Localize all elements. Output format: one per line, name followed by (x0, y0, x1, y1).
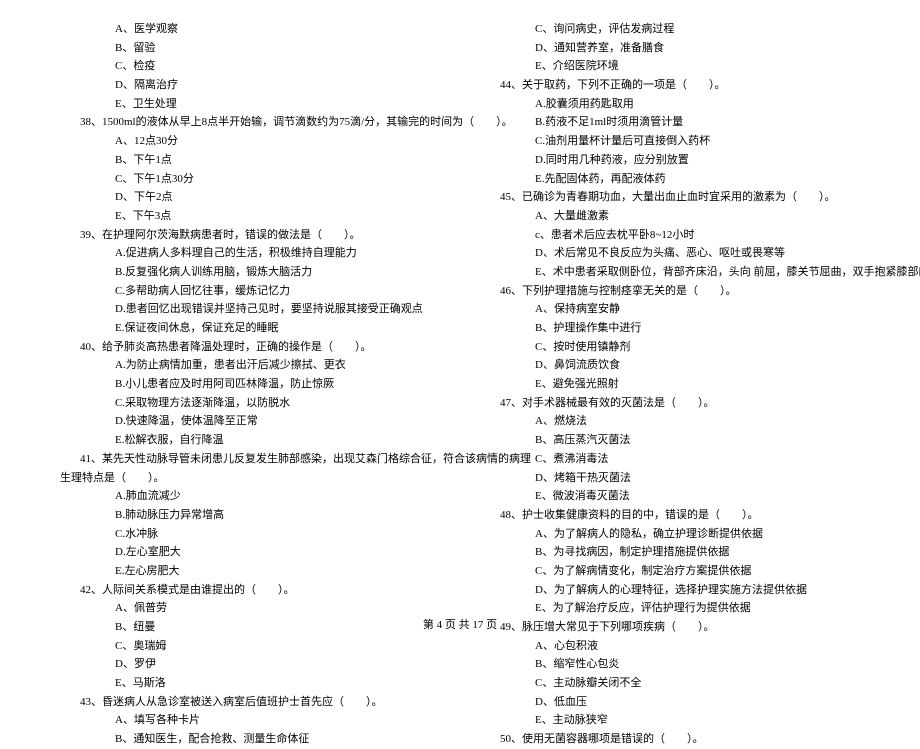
answer-option: C、按时使用镇静剂 (480, 338, 860, 357)
answer-option: A.促进病人多料理自己的生活，积极维持自理能力 (60, 244, 440, 263)
answer-option: A、燃烧法 (480, 412, 860, 431)
answer-option: E、为了解治疗反应，评估护理行为提供依据 (480, 599, 860, 618)
answer-option: A.胶囊须用药匙取用 (480, 95, 860, 114)
answer-option: C、奥瑞姆 (60, 637, 440, 656)
answer-option: E、术中患者采取侧卧位，背部齐床沿，头向 前屈，膝关节屈曲，双手抱紧膝部的姿势 (480, 263, 860, 282)
answer-option: D、鼻饲流质饮食 (480, 356, 860, 375)
answer-option: C、主动脉瓣关闭不全 (480, 674, 860, 693)
page-footer: 第 4 页 共 17 页 (0, 616, 920, 635)
left-column: A、医学观察B、留验C、检疫D、隔离治疗E、卫生处理38、1500ml的液体从早… (60, 20, 440, 749)
answer-option: B、高压蒸汽灭菌法 (480, 431, 860, 450)
question-text: 48、护士收集健康资料的目的中，错误的是（ ）。 (480, 506, 860, 525)
answer-option: E、卫生处理 (60, 95, 440, 114)
answer-option: D.快速降温，使体温降至正常 (60, 412, 440, 431)
answer-option: D.左心室肥大 (60, 543, 440, 562)
answer-option: E、主动脉狭窄 (480, 711, 860, 730)
answer-option: D、下午2点 (60, 188, 440, 207)
answer-option: A.为防止病情加重，患者出汗后减少擦拭、更衣 (60, 356, 440, 375)
answer-option: c、患者术后应去枕平卧8~12小时 (480, 226, 860, 245)
answer-option: D、低血压 (480, 693, 860, 712)
answer-option: C、煮沸消毒法 (480, 450, 860, 469)
question-text: 生理特点是（ ）。 (60, 469, 440, 488)
question-text: 39、在护理阿尔茨海默病患者时，错误的做法是（ ）。 (60, 226, 440, 245)
answer-option: B.小儿患者应及时用阿司匹林降温，防止惊厥 (60, 375, 440, 394)
answer-option: C、为了解病情变化，制定治疗方案提供依据 (480, 562, 860, 581)
question-text: 47、对手术器械最有效的灭菌法是（ ）。 (480, 394, 860, 413)
answer-option: B、护理操作集中进行 (480, 319, 860, 338)
answer-option: A.肺血流减少 (60, 487, 440, 506)
answer-option: B、留验 (60, 39, 440, 58)
answer-option: E.先配固体药，再配液体药 (480, 170, 860, 189)
answer-option: A、保持病室安静 (480, 300, 860, 319)
question-text: 50、使用无菌容器哪项是错误的（ ）。 (480, 730, 860, 749)
question-text: 43、昏迷病人从急诊室被送入病室后值班护士首先应（ ）。 (60, 693, 440, 712)
answer-option: C.多帮助病人回忆往事，缓炼记忆力 (60, 282, 440, 301)
answer-option: B、缩窄性心包炎 (480, 655, 860, 674)
answer-option: A、心包积液 (480, 637, 860, 656)
answer-option: B、下午1点 (60, 151, 440, 170)
question-text: 44、关于取药，下列不正确的一项是（ ）。 (480, 76, 860, 95)
answer-option: C.采取物理方法逐渐降温，以防脱水 (60, 394, 440, 413)
answer-option: C、询问病史，评估发病过程 (480, 20, 860, 39)
answer-option: A、大量雌激素 (480, 207, 860, 226)
answer-option: E、避免强光照射 (480, 375, 860, 394)
answer-option: D、通知营养室，准备膳食 (480, 39, 860, 58)
answer-option: E、介绍医院环境 (480, 57, 860, 76)
page-container: A、医学观察B、留验C、检疫D、隔离治疗E、卫生处理38、1500ml的液体从早… (60, 20, 860, 749)
answer-option: B、通知医生，配合抢救、测量生命体征 (60, 730, 440, 749)
answer-option: C.水冲脉 (60, 525, 440, 544)
answer-option: D.患者回忆出现错误并坚持己见时，要坚持说服其接受正确观点 (60, 300, 440, 319)
answer-option: D、为了解病人的心理特征，选择护理实施方法提供依据 (480, 581, 860, 600)
answer-option: E、马斯洛 (60, 674, 440, 693)
answer-option: B.反复强化病人训练用脑，锻炼大脑活力 (60, 263, 440, 282)
answer-option: C、检疫 (60, 57, 440, 76)
question-text: 46、下列护理措施与控制痉挛无关的是（ ）。 (480, 282, 860, 301)
answer-option: B.肺动脉压力异常增高 (60, 506, 440, 525)
answer-option: A、医学观察 (60, 20, 440, 39)
answer-option: B、为寻找病因，制定护理措施提供依据 (480, 543, 860, 562)
answer-option: A、填写各种卡片 (60, 711, 440, 730)
question-text: 40、给予肺炎高热患者降温处理时，正确的操作是（ ）。 (60, 338, 440, 357)
question-text: 42、人际间关系模式是由谁提出的（ ）。 (60, 581, 440, 600)
answer-option: C.油剂用量杯计量后可直接倒入药杯 (480, 132, 860, 151)
answer-option: C、下午1点30分 (60, 170, 440, 189)
answer-option: E.保证夜间休息，保证充足的睡眠 (60, 319, 440, 338)
answer-option: E、下午3点 (60, 207, 440, 226)
answer-option: D、罗伊 (60, 655, 440, 674)
answer-option: B.药液不足1ml时须用滴管计量 (480, 113, 860, 132)
answer-option: D、烤箱干热灭菌法 (480, 469, 860, 488)
question-text: 38、1500ml的液体从早上8点半开始输，调节滴数约为75滴/分，其输完的时间… (60, 113, 440, 132)
answer-option: A、为了解病人的隐私，确立护理诊断提供依据 (480, 525, 860, 544)
question-text: 41、某先天性动脉导管未闭患儿反复发生肺部感染，出现艾森门格综合征，符合该病情的… (60, 450, 440, 469)
answer-option: A、佩普劳 (60, 599, 440, 618)
answer-option: D、隔离治疗 (60, 76, 440, 95)
answer-option: E.松解衣服，自行降温 (60, 431, 440, 450)
right-column: C、询问病史，评估发病过程D、通知营养室，准备膳食E、介绍医院环境44、关于取药… (480, 20, 860, 749)
question-text: 45、已确诊为青春期功血，大量出血止血时宜采用的激素为（ ）。 (480, 188, 860, 207)
answer-option: D、术后常见不良反应为头痛、恶心、呕吐或畏寒等 (480, 244, 860, 263)
answer-option: E、微波消毒灭菌法 (480, 487, 860, 506)
answer-option: E.左心房肥大 (60, 562, 440, 581)
answer-option: A、12点30分 (60, 132, 440, 151)
answer-option: D.同时用几种药液，应分别放置 (480, 151, 860, 170)
